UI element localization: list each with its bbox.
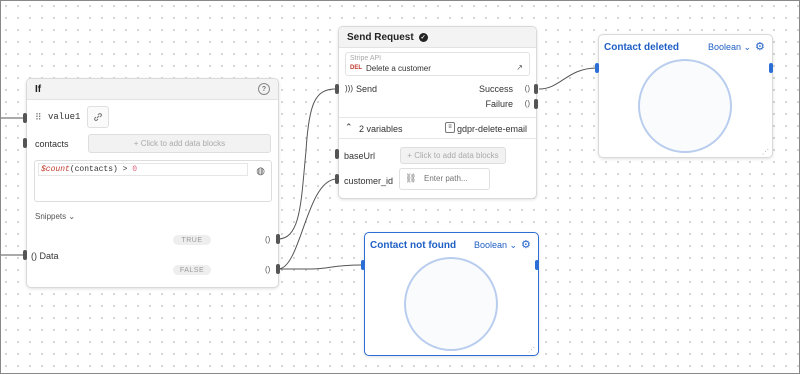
contact-deleted-boolean-indicator[interactable] [638, 59, 732, 153]
contact-not-found-type-select[interactable]: Boolean ⌄ [474, 240, 517, 251]
baseurl-add-data-button[interactable]: + Click to add data blocks [400, 147, 506, 164]
if-value1-input-port[interactable] [23, 113, 27, 123]
contacts-add-data-button[interactable]: + Click to add data blocks [88, 134, 271, 153]
http-method-badge: DEL [350, 65, 362, 71]
send-request-header[interactable]: Send Request ✓ [339, 27, 536, 48]
if-node[interactable]: If ? ⠿ value1 contacts + Click to add da… [26, 78, 279, 288]
expression-input[interactable]: $count(contacts) > 0 [38, 163, 248, 176]
contacts-label: contacts [35, 139, 69, 149]
contact-not-found-boolean-indicator[interactable] [404, 257, 498, 351]
variables-label: 2 variables [359, 124, 403, 134]
failure-paren: () [524, 99, 530, 108]
expression-operator: > [117, 165, 133, 174]
api-name: Stripe API [350, 55, 382, 62]
success-paren: () [524, 84, 530, 93]
true-branch-label: TRUE [173, 235, 211, 245]
failure-label: Failure [485, 99, 513, 109]
contact-not-found-type: Boolean [474, 240, 508, 250]
variables-file-name: gdpr-delete-email [457, 124, 528, 134]
question-circle-icon[interactable]: ? [258, 83, 270, 95]
link-icon [94, 113, 102, 121]
send-request-node[interactable]: Send Request ✓ Stripe API DEL Delete a c… [338, 26, 537, 199]
endpoint-name: Delete a customer [366, 64, 431, 73]
file-icon: ≡ [445, 122, 455, 133]
if-true-output-port[interactable] [276, 234, 280, 244]
chevron-down-icon: ⌄ [743, 42, 752, 52]
expression-editor[interactable]: $count(contacts) > 0 ◍ [34, 160, 272, 202]
contact-deleted-type: Boolean [708, 42, 742, 52]
gear-icon[interactable]: ⚙ [755, 40, 765, 53]
link-icon: ⛓ [405, 173, 417, 183]
chevron-down-icon: ⌄ [68, 212, 76, 221]
expression-number: 0 [132, 165, 138, 174]
baseurl-label: baseUrl [344, 151, 376, 161]
send-label: Send [356, 84, 378, 94]
chevron-up-icon[interactable]: ⌃ [345, 122, 353, 133]
contact-deleted-input-port[interactable] [595, 63, 599, 73]
contact-deleted-type-select[interactable]: Boolean ⌄ [708, 42, 751, 53]
false-branch-label: FALSE [173, 265, 211, 275]
contact-deleted-node[interactable]: Contact deleted Boolean ⌄ ⚙ ⋰ [598, 34, 773, 158]
globe-icon[interactable]: ◍ [256, 166, 265, 177]
check-circle-icon: ✓ [418, 32, 428, 42]
signal-icon: ))) [345, 84, 353, 93]
api-endpoint-card[interactable]: Stripe API DEL Delete a customer ↗ [345, 52, 530, 76]
contact-deleted-output-port[interactable] [769, 63, 773, 73]
gear-icon[interactable]: ⚙ [521, 238, 531, 251]
true-output-paren: () [265, 235, 271, 244]
baseurl-input-port[interactable] [335, 149, 339, 159]
variables-row[interactable]: ⌃ 2 variables ≡ gdpr-delete-email [339, 117, 536, 139]
value1-link-button[interactable] [87, 106, 109, 128]
contact-not-found-title: Contact not found [370, 240, 457, 251]
false-output-paren: () [265, 265, 271, 274]
customer-id-input-port[interactable] [335, 174, 339, 184]
snippets-toggle[interactable]: Snippets ⌄ [35, 212, 75, 221]
if-false-output-port[interactable] [276, 264, 280, 274]
contact-not-found-output-port[interactable] [535, 260, 539, 270]
if-data-input-port[interactable] [23, 250, 27, 260]
success-output-port[interactable] [534, 84, 538, 94]
external-link-icon[interactable]: ↗ [516, 63, 523, 72]
if-contacts-input-port[interactable] [23, 138, 27, 148]
customer-id-path-input[interactable] [424, 172, 484, 184]
chevron-down-icon: ⌄ [509, 240, 518, 250]
snippets-label: Snippets [35, 212, 67, 221]
if-node-title: If [35, 83, 42, 95]
resize-handle-icon[interactable]: ⋰ [528, 346, 535, 354]
contact-deleted-title: Contact deleted [604, 42, 680, 53]
expression-argument: (contacts) [69, 165, 118, 174]
if-node-header[interactable]: If ? [27, 79, 278, 100]
contact-not-found-input-port[interactable] [361, 260, 365, 270]
contact-not-found-node[interactable]: Contact not found Boolean ⌄ ⚙ ⋰ [364, 232, 539, 356]
resize-handle-icon[interactable]: ⋰ [762, 148, 769, 156]
drag-handle-icon[interactable]: ⠿ [35, 112, 42, 123]
value1-label: value1 [48, 112, 81, 122]
expression-function: $count [41, 165, 70, 174]
data-label: () Data [31, 251, 59, 261]
send-input-port[interactable] [335, 84, 339, 94]
failure-output-port[interactable] [534, 99, 538, 109]
success-label: Success [478, 84, 513, 94]
send-request-title: Send Request [347, 31, 414, 43]
customer-id-path-field[interactable]: ⛓ [399, 168, 490, 190]
customer-id-label: customer_id [344, 176, 394, 186]
